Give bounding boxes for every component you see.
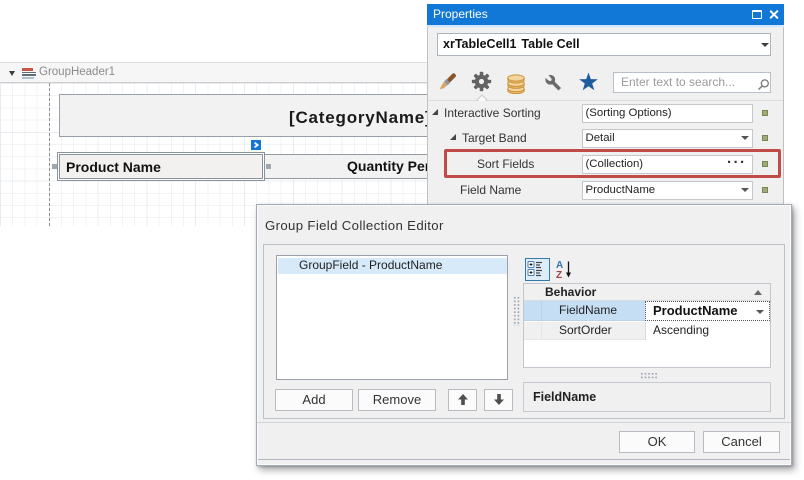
svg-text:Z: Z (556, 270, 562, 281)
